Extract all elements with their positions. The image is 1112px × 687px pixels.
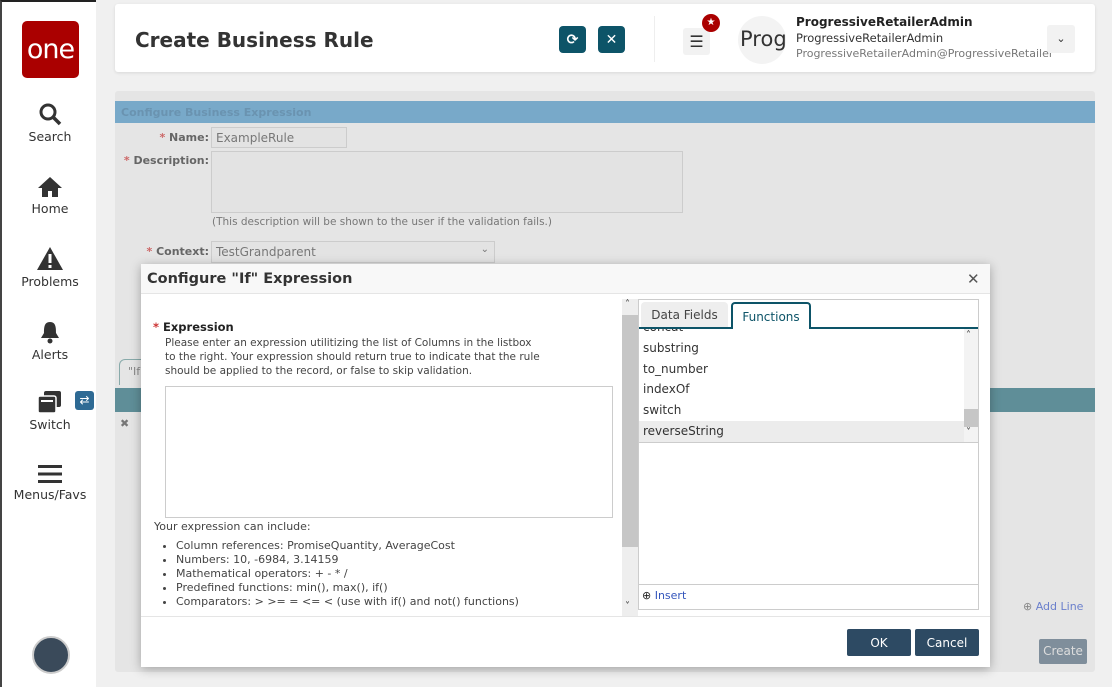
refresh-icon: ⟳ [566, 31, 579, 48]
chevron-down-icon: ⌄ [1056, 32, 1066, 45]
plus-circle-icon: ⊕ [1023, 600, 1033, 613]
tab-data-fields[interactable]: Data Fields [641, 302, 728, 328]
insert-button[interactable]: ⊕ Insert [642, 589, 686, 602]
close-icon: ✕ [605, 31, 618, 48]
page-header: Create Business Rule ⟳ ✕ ☰ ★ Prog Progre… [115, 4, 1095, 72]
search-icon [39, 103, 62, 126]
menu-button[interactable]: ☰ [683, 28, 710, 55]
functions-list[interactable]: concat substring to_number indexOf switc… [639, 329, 978, 443]
user-menu-button[interactable]: ⌄ [1047, 25, 1075, 53]
context-select[interactable]: TestGrandparent ⌄ [211, 241, 495, 263]
include-list: Column references: PromiseQuantity, Aver… [154, 539, 519, 609]
scrollbar-thumb[interactable] [622, 315, 638, 547]
close-button[interactable]: ✕ [598, 26, 625, 53]
chevron-up-icon[interactable]: ˄ [625, 299, 630, 310]
fields-panel: Data Fields Functions concat substring t… [638, 299, 979, 610]
sidebar-item-label: Search [28, 129, 72, 144]
sidebar: one Search Home Problems Alerts Switch ⇄… [0, 0, 96, 687]
list-item: Comparators: > >= = <= < (use with if() … [176, 595, 519, 609]
sidebar-item-label: Alerts [31, 347, 69, 362]
list-item: Predefined functions: min(), max(), if() [176, 581, 519, 595]
list-item[interactable]: concat [639, 329, 964, 338]
sidebar-item-alerts[interactable]: Alerts [2, 320, 98, 362]
chevron-down-icon[interactable]: ˅ [966, 427, 971, 438]
menu-icon: ☰ [689, 32, 704, 51]
include-heading: Your expression can include: [154, 520, 311, 533]
scrollbar-thumb[interactable] [964, 409, 978, 427]
context-label: * Context: [146, 245, 209, 258]
switch-badge-icon[interactable]: ⇄ [75, 391, 94, 410]
avatar[interactable]: Prog [738, 16, 786, 64]
description-input[interactable] [211, 151, 683, 213]
divider [639, 584, 978, 585]
list-scrollbar[interactable]: ˄ ˅ [964, 329, 978, 442]
page-title: Create Business Rule [135, 28, 374, 52]
ok-button[interactable]: OK [847, 629, 911, 656]
description-hint: (This description will be shown to the u… [212, 216, 552, 228]
user-email: ProgressiveRetailerAdmin@ProgressiveReta… [796, 47, 1054, 60]
expression-input[interactable] [165, 386, 613, 518]
list-item-selected[interactable]: reverseString [639, 421, 964, 442]
warning-icon [37, 247, 63, 270]
divider [654, 16, 655, 62]
cancel-button[interactable]: Cancel [915, 629, 979, 656]
tab-functions[interactable]: Functions [731, 302, 811, 329]
menu-icon [38, 465, 62, 483]
add-line-button[interactable]: ⊕ Add Line [1023, 600, 1083, 613]
panel-scrollbar[interactable]: ˄ ˅ [622, 299, 638, 617]
configure-if-dialog: Configure "If" Expression ✕ * Expression… [141, 264, 990, 667]
sidebar-item-label: Switch [29, 417, 71, 432]
dialog-title: Configure "If" Expression [141, 264, 990, 294]
section-header: Configure Business Expression [115, 101, 1095, 123]
list-item[interactable]: indexOf [639, 379, 964, 400]
name-label: * Name: [159, 131, 209, 144]
sidebar-item-problems[interactable]: Problems [2, 246, 98, 289]
one-logo[interactable]: one [22, 21, 79, 78]
refresh-button[interactable]: ⟳ [559, 26, 586, 53]
create-button[interactable]: Create [1039, 639, 1087, 664]
chevron-down-icon: ⌄ [480, 244, 489, 255]
list-item[interactable]: switch [639, 400, 964, 421]
description-label: * Description: [123, 154, 209, 167]
list-item: Column references: PromiseQuantity, Aver… [176, 539, 519, 553]
divider [141, 616, 990, 617]
list-item[interactable]: to_number [639, 359, 964, 380]
plus-circle-icon: ⊕ [642, 589, 652, 602]
close-icon[interactable]: ✕ [967, 270, 980, 288]
home-icon [38, 177, 62, 197]
user-role: ProgressiveRetailerAdmin [796, 31, 944, 45]
user-name: ProgressiveRetailerAdmin [796, 15, 973, 29]
chevron-down-icon[interactable]: ˅ [625, 601, 630, 612]
list-item: Mathematical operators: + - * / [176, 567, 519, 581]
sidebar-item-menus[interactable]: Menus/Favs [2, 464, 98, 502]
expression-instructions: Please enter an expression utilitizing t… [165, 337, 540, 377]
favorites-star-icon[interactable]: ★ [702, 14, 720, 32]
list-item: Numbers: 10, -6984, 3.14159 [176, 553, 519, 567]
user-avatar[interactable] [32, 636, 70, 674]
switch-icon [37, 391, 61, 414]
bell-icon [41, 322, 59, 344]
sidebar-item-label: Problems [21, 274, 79, 289]
chevron-up-icon[interactable]: ˄ [966, 330, 971, 341]
name-input[interactable]: ExampleRule [211, 127, 347, 148]
expression-panel: * Expression Please enter an expression … [148, 299, 622, 617]
delete-row-icon[interactable]: ✖ [120, 417, 129, 430]
expression-label: * Expression [153, 320, 234, 334]
sidebar-item-home[interactable]: Home [2, 176, 98, 216]
sidebar-item-label: Menus/Favs [13, 487, 87, 502]
list-item[interactable]: substring [639, 338, 964, 359]
sidebar-item-search[interactable]: Search [2, 102, 98, 144]
sidebar-item-label: Home [31, 201, 69, 216]
